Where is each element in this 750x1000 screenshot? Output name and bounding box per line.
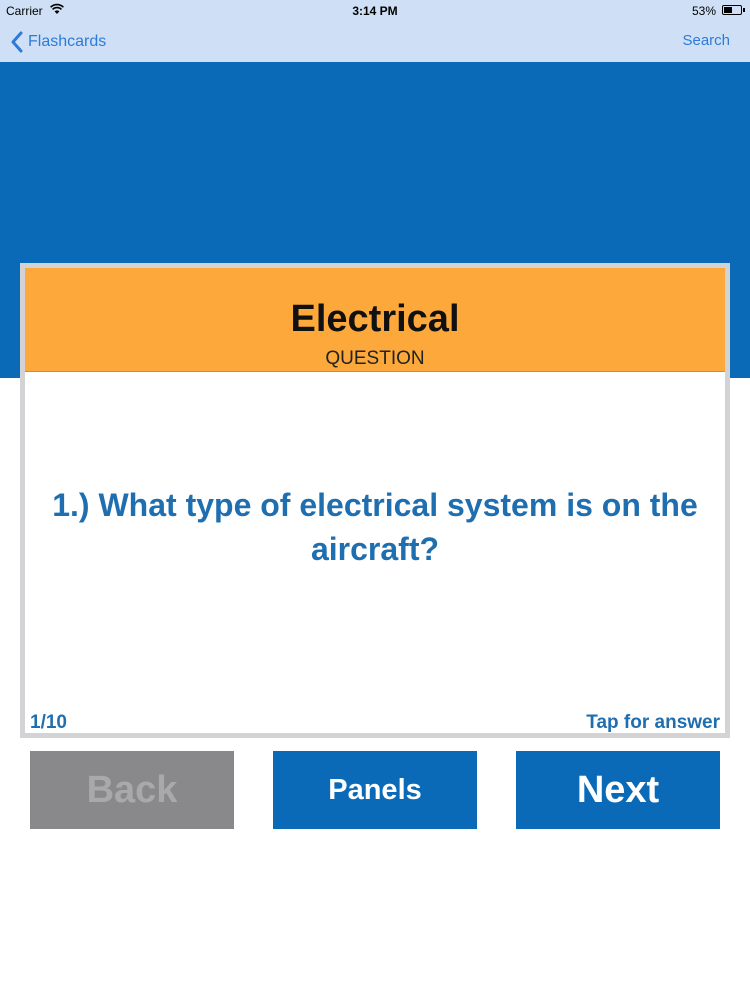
battery-tip — [743, 8, 745, 12]
status-time: 3:14 PM — [352, 4, 398, 18]
back-button[interactable]: Back — [30, 751, 234, 829]
back-link-label: Flashcards — [28, 33, 107, 50]
card-category-title: Electrical — [290, 298, 460, 340]
flashcard[interactable]: Electrical QUESTION 1.) What type of ele… — [20, 263, 730, 738]
back-to-flashcards-button[interactable]: Flashcards — [10, 28, 106, 56]
panels-button[interactable]: Panels — [273, 751, 477, 829]
battery-percent: 53% — [691, 4, 716, 18]
card-header: Electrical QUESTION — [25, 268, 725, 372]
next-button[interactable]: Next — [516, 751, 720, 829]
card-side-label: QUESTION — [325, 348, 425, 369]
question-text: 1.) What type of electrical system is on… — [52, 487, 698, 567]
battery-level-fill — [724, 7, 732, 13]
status-bar: Carrier 3:14 PM 53% — [0, 0, 750, 22]
card-counter: 1/10 — [30, 712, 67, 733]
navigation-bar: Flashcards Search — [0, 22, 750, 62]
battery-icon — [722, 5, 742, 15]
tap-for-answer-hint[interactable]: Tap for answer — [586, 712, 720, 734]
chevron-left-icon — [11, 31, 23, 53]
search-button[interactable]: Search — [682, 32, 730, 49]
